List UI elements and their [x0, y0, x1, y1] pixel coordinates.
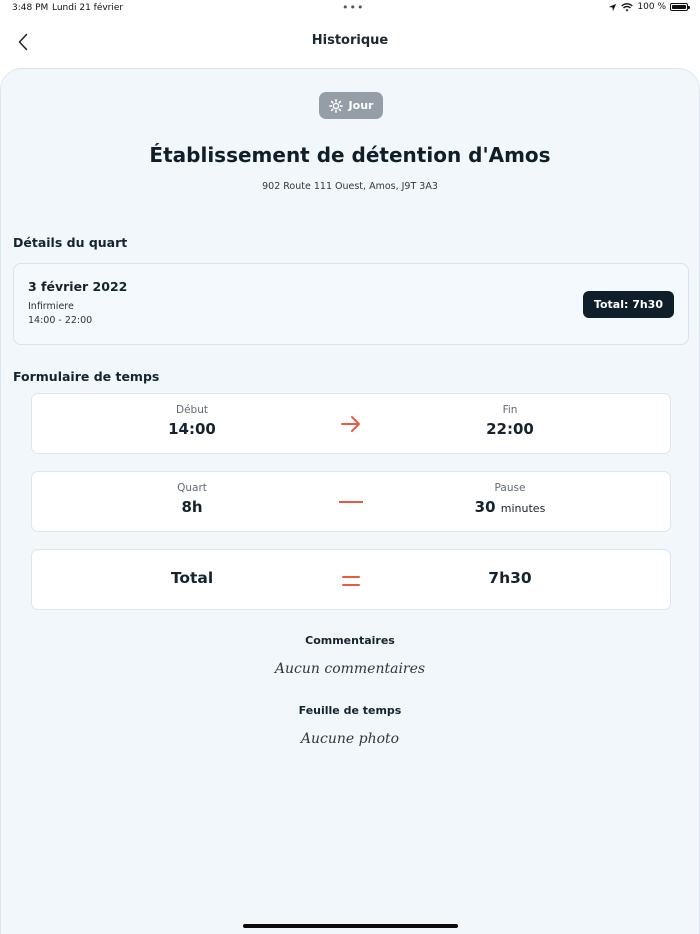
break-unit: minutes [500, 502, 546, 515]
break-column: Pause 30 minutes [430, 472, 590, 516]
battery-percent: 100 % [637, 2, 666, 12]
end-label: Fin [502, 404, 518, 416]
total-label-column: Total [112, 550, 272, 587]
shift-type-label: Jour [348, 99, 374, 112]
shift-length-value: 8h [181, 498, 203, 516]
timesheet-photo-value: Aucune photo [300, 731, 400, 747]
status-right: 100 % [608, 2, 690, 12]
comments-value: Aucun commentaires [274, 661, 426, 677]
shift-details-card: 3 février 2022 Infirmiere 14:00 - 22:00 … [13, 263, 689, 345]
total-card: Total 7h30 [31, 549, 671, 610]
page-title: Historique [311, 33, 389, 48]
break-value: 30 [474, 498, 496, 516]
timesheet-heading: Formulaire de temps [13, 369, 160, 384]
equals-icon [342, 576, 360, 586]
shift-date: 3 février 2022 [28, 279, 128, 294]
arrow-right-icon [341, 416, 360, 432]
total-value-column: 7h30 [430, 550, 590, 587]
start-column: Début 14:00 [112, 394, 272, 438]
end-value: 22:00 [486, 420, 534, 438]
break-value-line: 30 minutes [430, 498, 590, 516]
status-date: Lundi 21 février [52, 3, 124, 13]
shift-break-card: Quart 8h Pause 30 minutes [31, 471, 671, 532]
start-value: 14:00 [168, 420, 216, 438]
shift-role: Infirmiere [28, 301, 74, 312]
timesheet-photo-heading: Feuille de temps [298, 704, 402, 717]
multitasking-dots-icon[interactable]: ••• [342, 1, 364, 14]
status-bar: 3:48 PM Lundi 21 février ••• 100 % [0, 0, 700, 18]
comments-heading: Commentaires [305, 634, 395, 647]
shift-length-label: Quart [177, 482, 207, 494]
start-label: Début [176, 404, 208, 416]
battery-icon [670, 3, 690, 11]
total-hours-badge: Total: 7h30 [582, 291, 674, 318]
home-indicator[interactable] [243, 924, 458, 928]
end-column: Fin 22:00 [430, 394, 590, 438]
total-value: 7h30 [488, 569, 532, 587]
shift-column: Quart 8h [112, 472, 272, 516]
shift-details-heading: Détails du quart [13, 235, 128, 250]
start-end-card: Début 14:00 Fin 22:00 [31, 393, 671, 454]
sun-icon [328, 98, 343, 113]
wifi-icon [621, 2, 634, 11]
facility-name: Établissement de détention d'Amos [149, 143, 551, 167]
facility-address: 902 Route 111 Ouest, Amos, J9T 3A3 [262, 181, 438, 192]
minus-icon [339, 501, 363, 503]
status-time: 3:48 PM [12, 3, 49, 13]
shift-type-badge: Jour [319, 92, 383, 119]
history-sheet: Jour Établissement de détention d'Amos 9… [0, 68, 700, 934]
navigation-bar: Historique [0, 26, 700, 58]
break-label: Pause [494, 482, 526, 494]
location-icon [609, 3, 617, 11]
shift-hours: 14:00 - 22:00 [28, 315, 93, 326]
total-label: Total [170, 569, 214, 587]
